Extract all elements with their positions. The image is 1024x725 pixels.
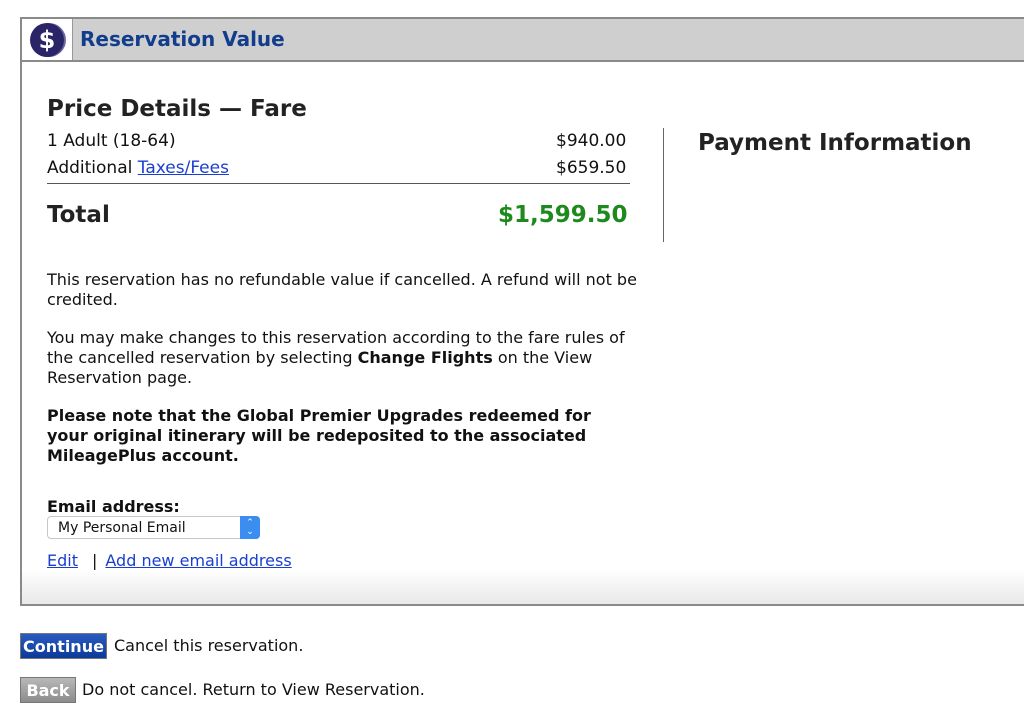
total-label: Total xyxy=(47,202,110,228)
email-selected-value: My Personal Email xyxy=(58,520,186,536)
upgrades-note: Please note that the Global Premier Upgr… xyxy=(47,406,591,465)
refund-note: This reservation has no refundable value… xyxy=(47,270,637,309)
dollar-icon: $ xyxy=(30,22,64,57)
link-separator: | xyxy=(91,551,98,570)
email-label: Email address: xyxy=(47,497,180,516)
adult-fare-amount: $940.00 xyxy=(556,131,627,151)
add-email-link[interactable]: Add new email address xyxy=(105,551,291,570)
email-links: Edit | Add new email address xyxy=(47,551,292,570)
back-description: Do not cancel. Return to View Reservatio… xyxy=(82,680,425,699)
taxes-row-label: Additional Taxes/Fees xyxy=(47,158,229,178)
icon-cell: $ xyxy=(22,19,73,60)
additional-label: Additional xyxy=(47,158,138,178)
price-details-title: Price Details — Fare xyxy=(47,96,307,122)
column-divider xyxy=(663,128,664,242)
divider xyxy=(47,183,630,184)
panel-header: $ Reservation Value xyxy=(22,19,1024,62)
panel-title: Reservation Value xyxy=(80,27,285,51)
change-flights-text: Change Flights xyxy=(357,348,493,367)
edit-email-link[interactable]: Edit xyxy=(47,551,78,570)
total-amount: $1,599.50 xyxy=(498,202,628,228)
adult-fare-label: 1 Adult (18-64) xyxy=(47,131,176,151)
email-select[interactable]: My Personal Email ⌃ ⌄ xyxy=(47,516,260,539)
continue-button[interactable]: Continue xyxy=(20,633,107,659)
payment-info-title: Payment Information xyxy=(698,130,972,156)
back-button[interactable]: Back xyxy=(20,677,76,703)
taxes-amount: $659.50 xyxy=(556,158,627,178)
continue-description: Cancel this reservation. xyxy=(114,636,304,655)
chevron-updown-icon: ⌃ ⌄ xyxy=(240,516,260,539)
changes-note: You may make changes to this reservation… xyxy=(47,328,637,388)
taxes-fees-link[interactable]: Taxes/Fees xyxy=(138,158,229,178)
